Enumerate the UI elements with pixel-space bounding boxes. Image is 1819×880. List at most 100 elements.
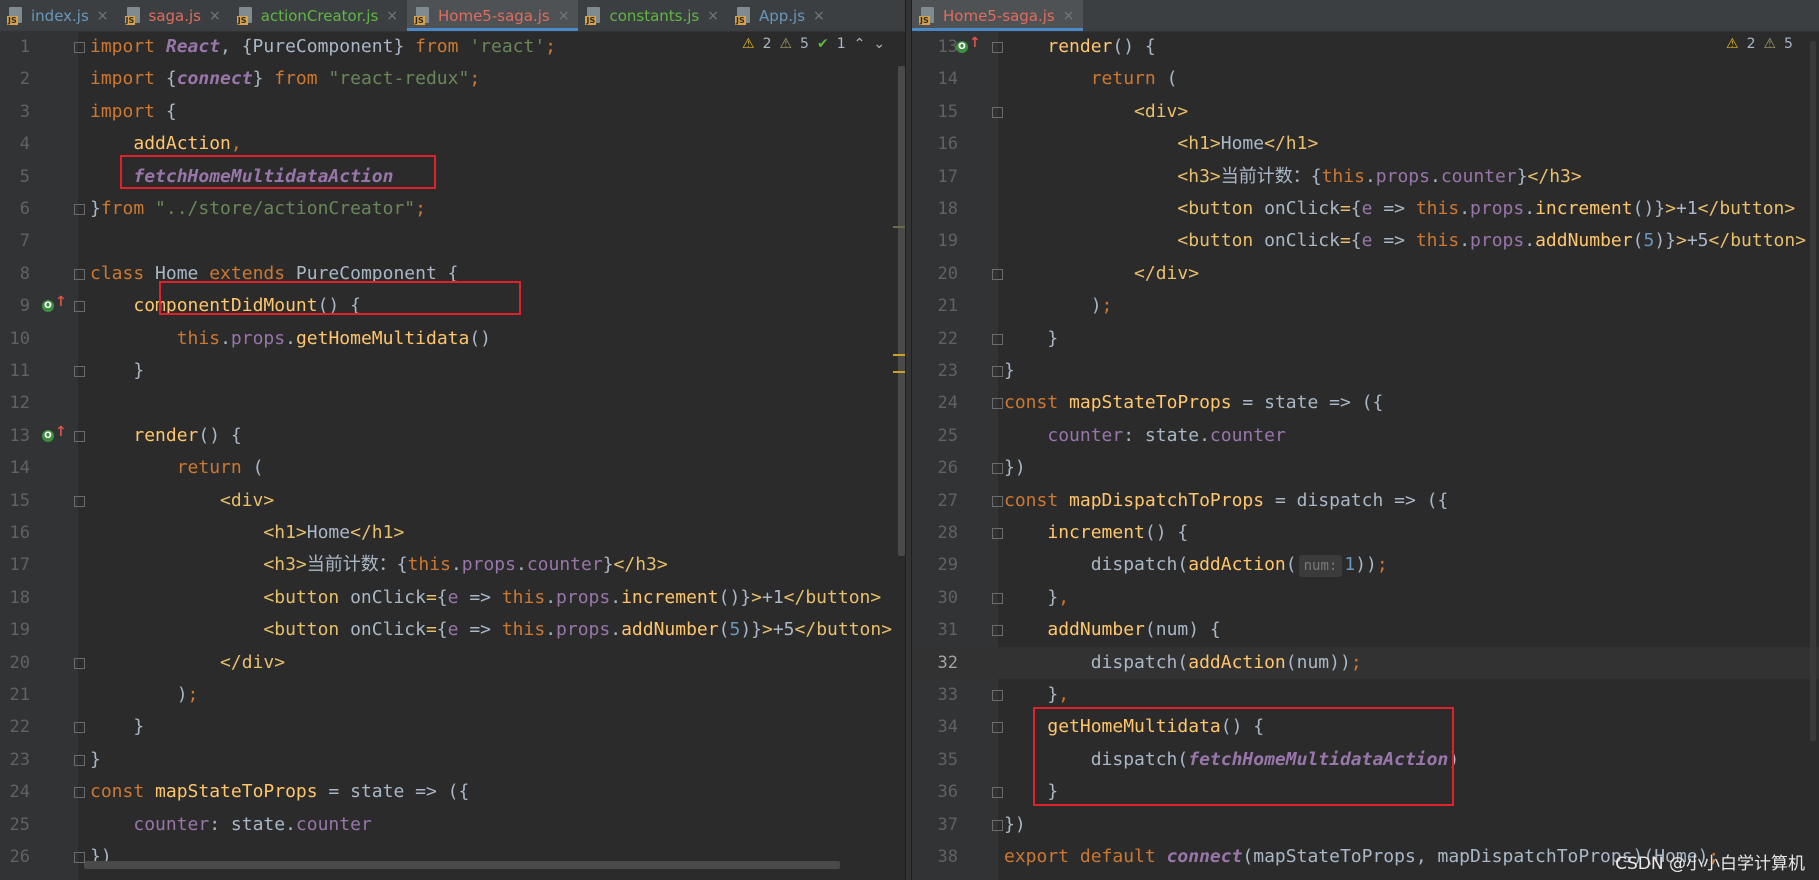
code-line[interactable]: 17 <h3>当前计数：{this.props.counter}</h3> xyxy=(912,161,1819,193)
code-line[interactable]: 19 <button onClick={e => this.props.addN… xyxy=(912,225,1819,257)
override-method-icon[interactable]: O xyxy=(42,429,54,442)
code-line[interactable]: 31 addNumber(num) { xyxy=(912,614,1819,646)
left-inspection-widget[interactable]: ⚠ 2 ⚠ 5 ✔ 1 ⌃ ⌄ xyxy=(738,34,890,54)
chevron-up-icon[interactable]: ⌃ xyxy=(854,36,866,52)
fold-marker-icon[interactable] xyxy=(74,204,85,215)
fold-marker-icon[interactable] xyxy=(74,301,85,313)
close-icon[interactable]: × xyxy=(386,8,398,24)
fold-marker-icon[interactable] xyxy=(992,625,1003,637)
code-line[interactable]: 4 addAction, xyxy=(0,128,905,160)
code-line[interactable]: 19 <button onClick={e => this.props.addN… xyxy=(0,614,905,646)
right-vertical-scrollbar[interactable] xyxy=(1810,41,1816,741)
code-line[interactable]: 5 fetchHomeMultidataAction xyxy=(0,161,905,193)
fold-marker-icon[interactable] xyxy=(992,495,1003,507)
code-line[interactable]: 24 const mapStateToProps = state => ({ xyxy=(912,387,1819,419)
code-line[interactable]: 27 const mapDispatchToProps = dispatch =>… xyxy=(912,485,1819,517)
fold-marker-icon[interactable] xyxy=(992,42,1003,53)
tab-actioncreator-js[interactable]: actionCreator.js × xyxy=(230,0,407,31)
fold-marker-icon[interactable] xyxy=(74,657,85,669)
stripe-marker[interactable] xyxy=(893,371,905,373)
fold-marker-icon[interactable] xyxy=(74,495,85,507)
code-line[interactable]: 3 import { xyxy=(0,96,905,128)
code-line[interactable]: 6}from "../store/actionCreator"; xyxy=(0,193,905,225)
code-line[interactable]: 32 dispatch(addAction(num)); xyxy=(912,646,1819,679)
fold-marker-icon[interactable] xyxy=(74,787,85,799)
code-line[interactable]: 23} xyxy=(0,744,905,776)
close-icon[interactable]: × xyxy=(97,8,109,24)
code-line[interactable]: 18 <button onClick={e => this.props.incr… xyxy=(0,582,905,614)
code-line[interactable]: 21 ); xyxy=(912,290,1819,322)
fold-marker-icon[interactable] xyxy=(992,398,1003,410)
fold-marker-icon[interactable] xyxy=(992,333,1003,345)
code-line[interactable]: 25 counter: state.counter xyxy=(0,809,905,841)
tab-home5-saga-js[interactable]: Home5-saga.js × xyxy=(912,0,1084,31)
code-line[interactable]: 14 return ( xyxy=(0,452,905,484)
code-line[interactable]: 23} xyxy=(912,355,1819,387)
code-line[interactable]: 8 class Home extends PureComponent { xyxy=(0,258,905,290)
override-method-icon[interactable]: O xyxy=(956,41,968,53)
code-line[interactable]: 29 dispatch(addAction(num: 1)); xyxy=(912,549,1819,581)
fold-marker-icon[interactable] xyxy=(992,690,1003,701)
code-line[interactable]: 33 }, xyxy=(912,679,1819,711)
close-icon[interactable]: × xyxy=(813,8,825,24)
code-line[interactable]: 25 counter: state.counter xyxy=(912,420,1819,452)
tab-index-js[interactable]: index.js × xyxy=(0,0,118,31)
code-line[interactable]: 22 } xyxy=(0,711,905,743)
tab-home5-saga-js[interactable]: Home5-saga.js × xyxy=(407,0,579,31)
fold-marker-icon[interactable] xyxy=(74,42,85,53)
code-line[interactable]: 7 xyxy=(0,225,905,257)
code-line[interactable]: 34 getHomeMultidata() { xyxy=(912,711,1819,743)
code-line[interactable]: 26}) xyxy=(912,452,1819,484)
code-line[interactable]: 20 </div> xyxy=(912,258,1819,290)
fold-marker-icon[interactable] xyxy=(992,592,1003,604)
right-code-editor[interactable]: 13 render() {14 return (15 <div> 16 <h1>H… xyxy=(912,31,1819,880)
code-line[interactable]: 36 } xyxy=(912,776,1819,808)
code-line[interactable]: 16 <h1>Home</h1> xyxy=(0,517,905,549)
code-line[interactable]: 14 return ( xyxy=(912,63,1819,95)
fold-marker-icon[interactable] xyxy=(992,819,1003,831)
chevron-down-icon[interactable]: ⌄ xyxy=(873,36,885,52)
left-horizontal-scrollbar[interactable] xyxy=(84,861,840,869)
right-inspection-widget[interactable]: ⚠ 2 ⚠ 5 xyxy=(1722,34,1797,54)
fold-marker-icon[interactable] xyxy=(992,268,1003,280)
code-line[interactable]: 21 ); xyxy=(0,679,905,711)
tab-app-js[interactable]: App.js × xyxy=(728,0,834,31)
code-line[interactable]: 15 <div> xyxy=(912,96,1819,128)
fold-marker-icon[interactable] xyxy=(992,463,1003,475)
code-line[interactable]: 37}) xyxy=(912,809,1819,841)
close-icon[interactable]: × xyxy=(1063,8,1075,24)
fold-marker-icon[interactable] xyxy=(74,722,85,734)
tab-saga-js[interactable]: saga.js × xyxy=(118,0,230,31)
code-line[interactable]: 30 }, xyxy=(912,582,1819,614)
fold-marker-icon[interactable] xyxy=(74,754,85,766)
code-line[interactable]: 22 } xyxy=(912,323,1819,355)
fold-marker-icon[interactable] xyxy=(74,366,85,377)
code-line[interactable]: 13 render() { xyxy=(912,31,1819,63)
stripe-marker[interactable] xyxy=(893,354,905,356)
code-line[interactable]: 10 this.props.getHomeMultidata() xyxy=(0,323,905,355)
close-icon[interactable]: × xyxy=(707,8,719,24)
split-divider[interactable] xyxy=(905,0,912,880)
code-line[interactable]: 12 xyxy=(0,387,905,419)
fold-marker-icon[interactable] xyxy=(992,106,1003,118)
stripe-marker[interactable] xyxy=(893,226,905,228)
close-icon[interactable]: × xyxy=(558,8,570,24)
code-line[interactable]: 17 <h3>当前计数：{this.props.counter}</h3> xyxy=(0,549,905,581)
fold-marker-icon[interactable] xyxy=(992,787,1003,799)
code-line[interactable]: 11 } xyxy=(0,355,905,387)
code-line[interactable]: 16 <h1>Home</h1> xyxy=(912,128,1819,160)
close-icon[interactable]: × xyxy=(209,8,221,24)
fold-marker-icon[interactable] xyxy=(74,268,85,280)
code-line[interactable]: 28 increment() { xyxy=(912,517,1819,549)
code-line[interactable]: 2 import {connect} from "react-redux"; xyxy=(0,63,905,95)
fold-marker-icon[interactable] xyxy=(992,366,1003,377)
code-line[interactable]: 13 render() { xyxy=(0,420,905,452)
code-line[interactable]: 20 </div> xyxy=(0,647,905,679)
fold-marker-icon[interactable] xyxy=(992,528,1003,539)
code-line[interactable]: 9 componentDidMount() { xyxy=(0,290,905,322)
code-line[interactable]: 24 const mapStateToProps = state => ({ xyxy=(0,776,905,808)
tab-constants-js[interactable]: constants.js × xyxy=(578,0,728,31)
code-line[interactable]: 15 <div> xyxy=(0,485,905,517)
code-line[interactable]: 18 <button onClick={e => this.props.incr… xyxy=(912,193,1819,225)
fold-marker-icon[interactable] xyxy=(992,722,1003,734)
